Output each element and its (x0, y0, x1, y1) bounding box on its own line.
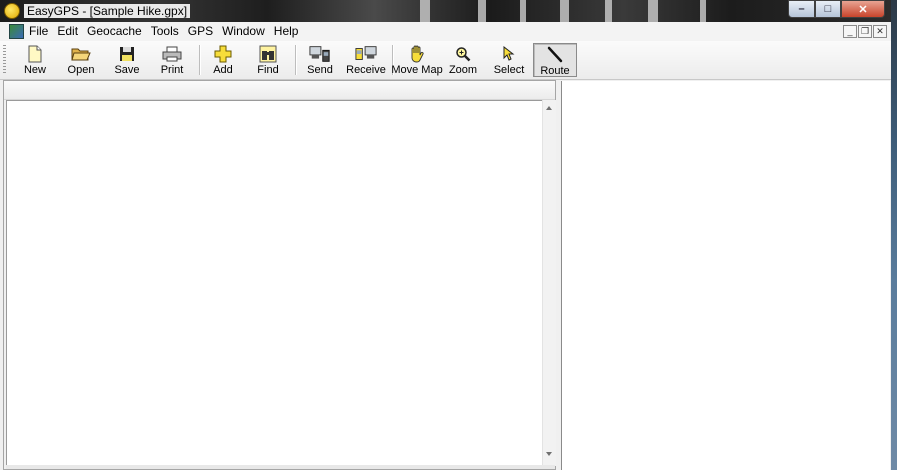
title-bar-decoration (648, 0, 658, 22)
menu-tools[interactable]: Tools (151, 25, 184, 38)
title-bar-decoration (700, 0, 706, 22)
find-button-label: Find (257, 64, 279, 76)
receive-button[interactable]: Receive (345, 43, 387, 77)
window-controls: – □ ✕ (788, 0, 885, 18)
menu-bar: File Edit Geocache Tools GPS Window Help… (0, 22, 891, 42)
vertical-scrollbar[interactable] (542, 100, 556, 466)
print-button[interactable]: Print (154, 43, 190, 77)
title-bar-decoration (605, 0, 612, 22)
list-column-header[interactable] (4, 81, 555, 100)
send-button[interactable]: Send (302, 43, 338, 77)
binoculars-icon (257, 45, 279, 63)
app-window: EasyGPS - [Sample Hike.gpx] – □ ✕ File E… (0, 0, 891, 470)
new-file-icon (24, 45, 46, 63)
document-icon[interactable] (9, 24, 24, 39)
save-button[interactable]: Save (109, 43, 145, 77)
mdi-controls: _ ❐ ✕ (843, 25, 887, 38)
easygps-app-icon[interactable] (4, 3, 20, 19)
add-button-label: Add (213, 64, 233, 76)
floppy-disk-icon (116, 45, 138, 63)
mdi-close-button[interactable]: ✕ (873, 25, 887, 38)
waypoint-list-pane (3, 80, 556, 470)
save-button-label: Save (114, 64, 140, 76)
waypoint-list[interactable] (6, 100, 543, 467)
menu-file[interactable]: File (29, 25, 53, 38)
toolbar: New Open Save Print Add Find Send Receiv… (0, 41, 891, 80)
scroll-up-arrow-icon[interactable] (546, 106, 552, 110)
route-pen-icon (544, 46, 566, 64)
menu-items: File Edit Geocache Tools GPS Window Help (29, 25, 307, 38)
mdi-restore-button[interactable]: ❐ (858, 25, 872, 38)
menu-edit[interactable]: Edit (57, 25, 83, 38)
move-map-button[interactable]: Move Map (391, 43, 443, 77)
move-map-button-label: Move Map (391, 64, 443, 76)
toolbar-grip[interactable] (3, 45, 6, 75)
receive-button-label: Receive (346, 64, 386, 76)
desktop-background (890, 0, 897, 470)
scroll-down-arrow-icon[interactable] (546, 452, 552, 456)
zoom-button[interactable]: Zoom (446, 43, 480, 77)
open-folder-icon (70, 45, 92, 63)
select-button-label: Select (493, 64, 525, 76)
route-button-label: Route (540, 65, 570, 77)
open-button-label: Open (67, 64, 95, 76)
title-bar[interactable]: EasyGPS - [Sample Hike.gpx] – □ ✕ (0, 0, 891, 22)
title-bar-decoration (420, 0, 430, 22)
add-button[interactable]: Add (205, 43, 241, 77)
print-button-label: Print (160, 64, 184, 76)
magnifier-icon (452, 45, 474, 63)
receive-from-gps-icon (355, 45, 377, 63)
title-bar-decoration (520, 0, 526, 22)
map-pane[interactable] (561, 81, 890, 470)
send-to-gps-icon (309, 45, 331, 63)
new-button-label: New (23, 64, 46, 76)
horizontal-scrollbar[interactable] (6, 465, 555, 469)
new-button[interactable]: New (17, 43, 53, 77)
send-button-label: Send (307, 64, 333, 76)
plus-icon (212, 45, 234, 63)
maximize-button[interactable]: □ (815, 0, 841, 18)
route-button[interactable]: Route (533, 43, 577, 77)
toolbar-separator (199, 45, 200, 75)
menu-window[interactable]: Window (222, 25, 270, 38)
arrow-cursor-icon (498, 45, 520, 63)
client-area (0, 80, 891, 470)
minimize-button[interactable]: – (788, 0, 815, 18)
title-bar-decoration (478, 0, 486, 22)
mdi-minimize-button[interactable]: _ (843, 25, 857, 38)
toolbar-separator (295, 45, 296, 75)
printer-icon (161, 45, 183, 63)
open-button[interactable]: Open (63, 43, 99, 77)
title-bar-decoration (560, 0, 569, 22)
hand-icon (406, 45, 428, 63)
close-button[interactable]: ✕ (841, 0, 885, 18)
menu-gps[interactable]: GPS (188, 25, 218, 38)
menu-geocache[interactable]: Geocache (87, 25, 147, 38)
menu-help[interactable]: Help (274, 25, 304, 38)
find-button[interactable]: Find (250, 43, 286, 77)
select-button[interactable]: Select (492, 43, 526, 77)
zoom-button-label: Zoom (448, 64, 478, 76)
window-title: EasyGPS - [Sample Hike.gpx] (24, 4, 191, 18)
